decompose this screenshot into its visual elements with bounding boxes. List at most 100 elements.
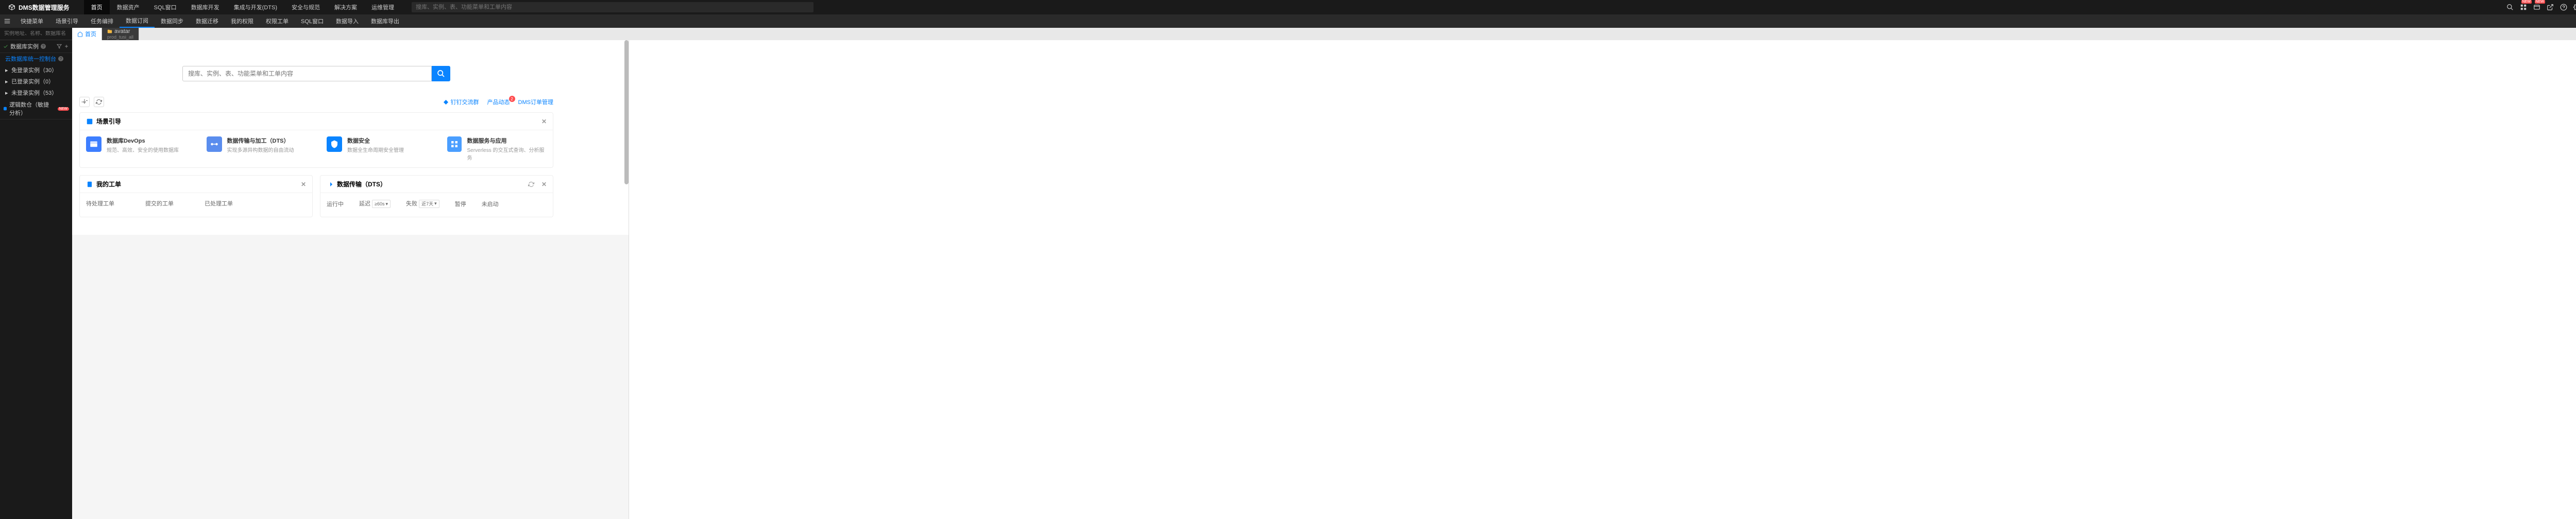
tab-sublabel: prod_tusi_all (107, 34, 133, 40)
link-dms-order[interactable]: DMS订单管理 (518, 98, 553, 106)
item-label: 未登录实例（53） (11, 89, 57, 97)
link-dingding[interactable]: 钉钉交流群 (443, 98, 479, 106)
help-icon[interactable]: ? (41, 44, 46, 49)
dashboard: 钉钉交流群 产品动态2 DMS订单管理 场景引导 ✕ (72, 40, 629, 235)
card-title: 场景引导 (96, 117, 121, 126)
app-icon[interactable]: NEW (2517, 1, 2530, 13)
check-icon (3, 44, 8, 49)
inbox-icon[interactable]: NEW (2531, 1, 2543, 13)
close-icon[interactable]: ✕ (541, 181, 547, 188)
scene-desc: 数据全生命周期安全管理 (347, 146, 404, 153)
shield-icon (327, 136, 342, 152)
subnav-myperm[interactable]: 我的权限 (225, 14, 260, 28)
sidebar-item-notlogged[interactable]: ▸未登录实例（53） (0, 87, 72, 98)
nav-home[interactable]: 首页 (84, 0, 110, 14)
logo-text: DMS数据管理服务 (19, 3, 70, 12)
nav-sql-window[interactable]: SQL窗口 (147, 0, 184, 14)
new-badge-2: NEW (2535, 0, 2545, 4)
big-search (182, 66, 450, 81)
item-label: 云数据库统一控制台 (5, 55, 56, 63)
big-search-button[interactable] (432, 66, 450, 81)
sidebar-item-logged[interactable]: ▸已登录实例（0） (0, 76, 72, 87)
order-icon (86, 181, 93, 188)
subnav-subscribe[interactable]: 数据订阅 (120, 14, 155, 28)
subnav-permorder[interactable]: 权限工单 (260, 14, 295, 28)
sidebar: 数据库实例 ? 云数据库统一控制台 ? ▸免登录实例（30） ▸已登录实例（0）… (0, 28, 72, 519)
scene-desc: 规范、高效、安全的使用数据库 (107, 146, 179, 153)
external-icon[interactable] (2544, 1, 2556, 13)
card-scene: 场景引导 ✕ 数据库DevOps (79, 112, 553, 168)
sidebar-item-nologin[interactable]: ▸免登录实例（30） (0, 64, 72, 76)
subnav-task[interactable]: 任务编排 (84, 14, 120, 28)
nav-db-dev[interactable]: 数据库开发 (184, 0, 227, 14)
service-icon (447, 136, 462, 152)
logo[interactable]: DMS数据管理服务 (4, 3, 74, 12)
subnav-import[interactable]: 数据导入 (330, 14, 365, 28)
sub-header: 快捷菜单 场景引导 任务编排 数据订阅 数据同步 数据迁移 我的权限 权限工单 … (0, 14, 2576, 28)
dts-notstart: 未启动 (482, 200, 499, 208)
close-icon[interactable]: ✕ (301, 181, 306, 188)
folder-icon (107, 29, 112, 34)
nav-security[interactable]: 安全与规范 (284, 0, 327, 14)
nav-data-asset[interactable]: 数据资产 (110, 0, 147, 14)
sidebar-item-console[interactable]: 云数据库统一控制台 ? (0, 53, 72, 64)
scene-title: 数据服务与应用 (467, 136, 547, 145)
scrollbar-thumb[interactable] (624, 40, 629, 184)
scene-dts[interactable]: 数据传输与加工（DTS） 实现多源异构数据的自由流动 (207, 136, 307, 161)
help-icon[interactable] (2557, 1, 2570, 13)
new-badge: NEW (2521, 0, 2532, 4)
link-product-news[interactable]: 产品动态2 (487, 98, 510, 106)
delay-select[interactable]: ≥60s ▾ (372, 200, 391, 208)
top-nav: 首页 数据资产 SQL窗口 数据库开发 集成与开发(DTS) 安全与规范 解决方… (84, 0, 401, 14)
scene-service[interactable]: 数据服务与应用 Serverless 的交互式查询、分析服务 (447, 136, 547, 161)
new-badge: NEW (58, 107, 69, 111)
sidebar-section-db: 数据库实例 ? (0, 40, 72, 53)
subnav-scene[interactable]: 场景引导 (49, 14, 84, 28)
add-icon[interactable] (64, 44, 69, 49)
sidebar-search-input[interactable] (2, 31, 74, 37)
sidebar-search (0, 28, 72, 40)
help-icon[interactable]: ? (58, 56, 63, 61)
nav-dts[interactable]: 集成与开发(DTS) (227, 0, 284, 14)
subnav-export[interactable]: 数据库导出 (365, 14, 405, 28)
scene-desc: 实现多源异构数据的自由流动 (227, 146, 294, 153)
scene-security[interactable]: 数据安全 数据全生命周期安全管理 (327, 136, 427, 161)
scene-devops[interactable]: 数据库DevOps 规范、高效、安全的使用数据库 (86, 136, 186, 161)
filter-icon[interactable] (57, 44, 62, 49)
top-search-input[interactable] (412, 2, 814, 12)
fail-select[interactable]: 近7天 ▾ (419, 200, 439, 208)
search-icon[interactable] (2504, 1, 2516, 13)
dts-fail: 失败 近7天 ▾ (406, 199, 439, 208)
refresh-icon[interactable] (528, 181, 534, 187)
card-orders: 我的工单 ✕ 待处理工单 提交的工单 已处理工单 (79, 175, 313, 217)
chevron-down-icon: ▾ (386, 201, 388, 207)
devops-icon (86, 136, 101, 152)
dashboard-scroll[interactable]: 钉钉交流群 产品动态2 DMS订单管理 场景引导 ✕ (72, 40, 629, 519)
scene-title: 数据传输与加工（DTS） (227, 136, 294, 145)
menu-icon[interactable] (0, 14, 14, 28)
subnav-migrate[interactable]: 数据迁移 (190, 14, 225, 28)
nav-ops[interactable]: 运维管理 (364, 0, 401, 14)
big-search-input[interactable] (182, 66, 432, 81)
order-stat-submitted: 提交的工单 (145, 199, 174, 211)
subnav-sql[interactable]: SQL窗口 (295, 14, 330, 28)
settings-icon[interactable] (2571, 1, 2576, 13)
nav-solution[interactable]: 解决方案 (327, 0, 364, 14)
tab-avatar[interactable]: avatar prod_tusi_all (102, 28, 139, 40)
dingding-icon (443, 99, 449, 105)
order-stat-processed: 已处理工单 (205, 199, 233, 211)
home-icon (77, 31, 83, 37)
content-tabs: 首页 avatar prod_tusi_all (72, 28, 2576, 40)
close-icon[interactable]: ✕ (541, 118, 547, 125)
subnav-quick[interactable]: 快捷菜单 (14, 14, 49, 28)
chevron-down-icon: ▾ (434, 201, 437, 206)
card-title: 数据传输（DTS） (337, 180, 386, 188)
scene-icon (86, 118, 93, 125)
refresh-btn[interactable] (94, 97, 104, 107)
tab-home[interactable]: 首页 (72, 28, 102, 40)
section-title: 逻辑数仓（敏捷分析） (9, 100, 55, 117)
dts-card-icon (327, 181, 334, 188)
dts-pause: 暂停 (455, 200, 466, 208)
subnav-sync[interactable]: 数据同步 (155, 14, 190, 28)
settings-btn[interactable] (79, 97, 90, 107)
